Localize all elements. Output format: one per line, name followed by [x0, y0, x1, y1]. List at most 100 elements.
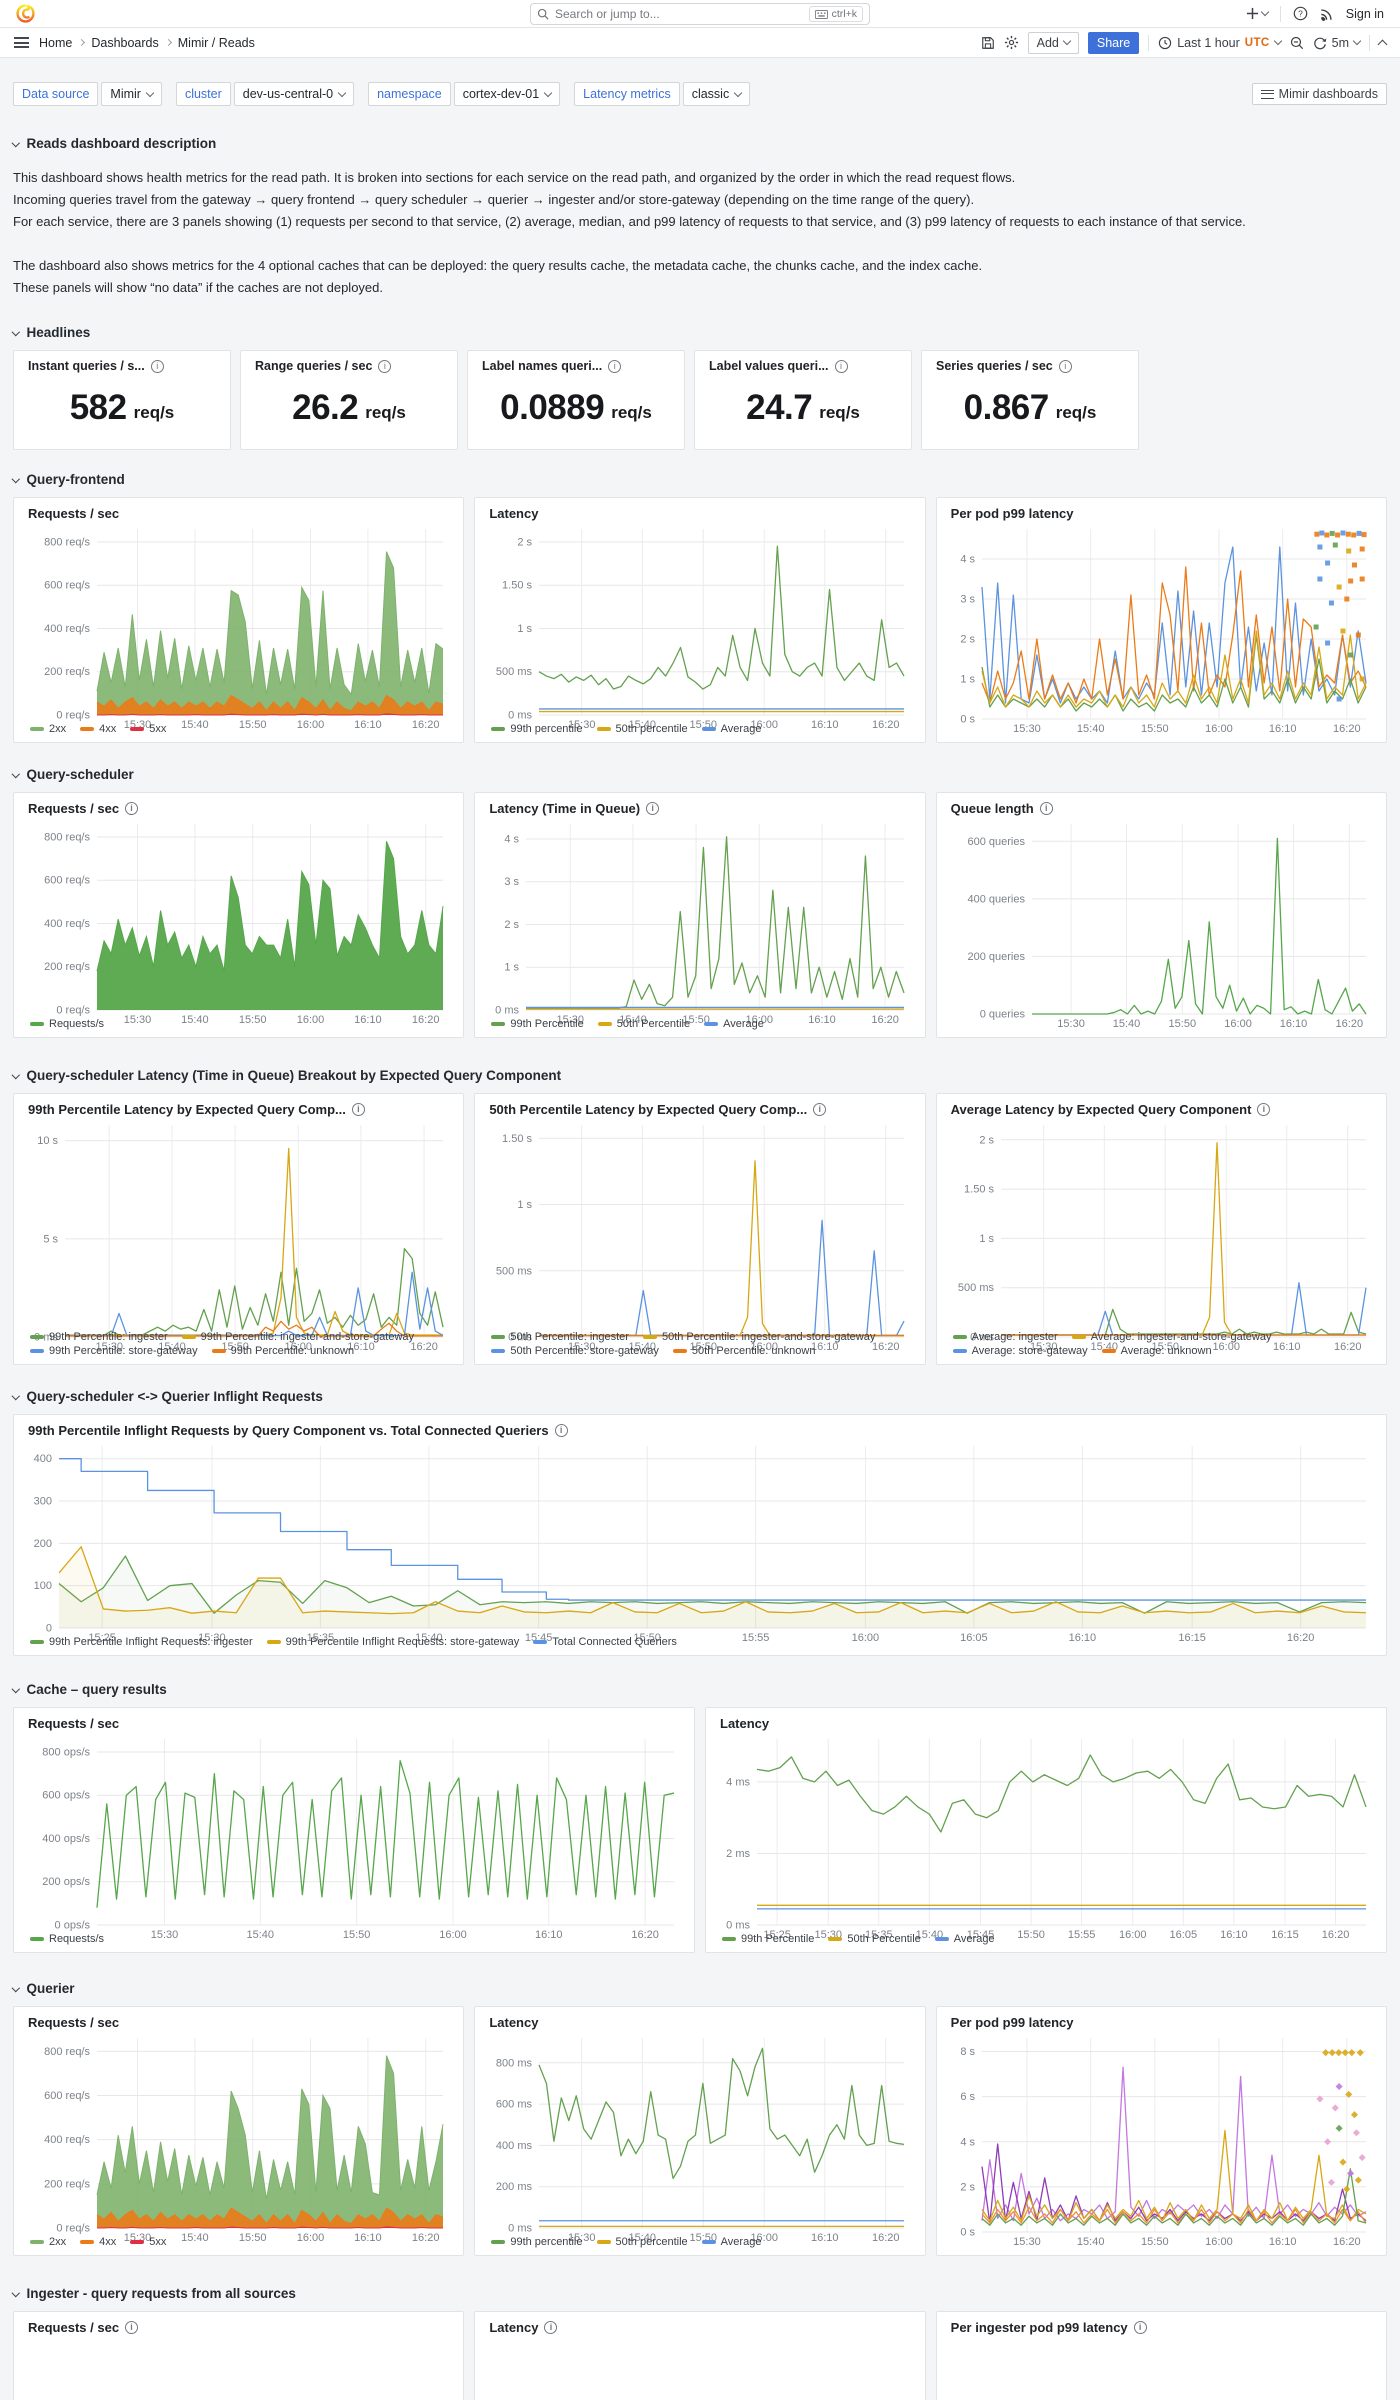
- dashboard-settings-button[interactable]: [1004, 35, 1019, 50]
- legend-item[interactable]: 50th Percentile: unknown: [672, 1345, 815, 1357]
- info-icon[interactable]: i: [646, 802, 660, 815]
- info-icon[interactable]: i: [554, 1424, 568, 1437]
- time-series-chart[interactable]: 15:25 15:30 15:35 15:40 15:45 15:50 15:55 16:00…: [24, 1440, 1376, 1644]
- mimir-dashboards-button[interactable]: Mimir dashboards: [1251, 83, 1387, 105]
- time-series-chart[interactable]: 15:30 15:40 15:50 16:00 16:10 16:20 0 queries 2…: [947, 818, 1376, 1031]
- panel-title[interactable]: Requests / sec: [24, 2013, 453, 2032]
- panel-title[interactable]: Latency (Time in Queue) i: [485, 799, 914, 818]
- legend-item[interactable]: 99th Percentile: [722, 1933, 814, 1945]
- share-button[interactable]: Share: [1087, 31, 1140, 54]
- news-button[interactable]: [1320, 7, 1334, 21]
- time-series-chart[interactable]: 15:30 15:40 15:50 16:00 16:10 16:20 0 s 1 s 2 s 3…: [947, 523, 1376, 736]
- time-series-chart[interactable]: 15:30 15:40 15:50 16:00 16:10 16:20 0 ms 5 s 10 …: [24, 1119, 453, 1353]
- section-breakout[interactable]: Query-scheduler Latency (Time in Queue) …: [11, 1068, 1387, 1083]
- panel-title[interactable]: 50th Percentile Latency by Expected Quer…: [485, 1100, 914, 1119]
- panel-title[interactable]: 99th Percentile Inflight Requests by Que…: [24, 1421, 1376, 1440]
- panel-title[interactable]: Latency: [485, 2013, 914, 2032]
- variable-value-dropdown[interactable]: cortex-dev-01: [453, 82, 561, 106]
- add-new-button[interactable]: [1246, 7, 1270, 20]
- info-icon[interactable]: i: [1039, 802, 1053, 815]
- panel-title[interactable]: Per ingester pod p99 latency i: [947, 2318, 1376, 2337]
- panel-title[interactable]: Requests / sec: [24, 504, 453, 523]
- legend-item[interactable]: 50th Percentile: ingester: [491, 1331, 629, 1343]
- section-inflight[interactable]: Query-scheduler <-> Querier Inflight Req…: [11, 1389, 1387, 1404]
- time-series-chart[interactable]: 15:30 15:40 15:50 16:00 16:10 16:20 0 req/s 200…: [24, 523, 453, 731]
- legend-item[interactable]: 99th Percentile: [491, 1018, 584, 1030]
- section-headlines[interactable]: Headlines: [11, 325, 1387, 340]
- help-button[interactable]: ?: [1293, 6, 1308, 21]
- info-icon[interactable]: i: [1058, 359, 1072, 373]
- legend-item[interactable]: 4xx: [80, 2236, 116, 2248]
- add-panel-button[interactable]: Add: [1027, 31, 1079, 54]
- info-icon[interactable]: i: [351, 1103, 365, 1116]
- legend-item[interactable]: Requests/s: [30, 1933, 104, 1945]
- panel-title[interactable]: Requests / sec: [24, 1714, 684, 1733]
- panel-title[interactable]: Per pod p99 latency: [947, 504, 1376, 523]
- legend-item[interactable]: Average: unknown: [1101, 1345, 1212, 1357]
- info-icon[interactable]: i: [125, 802, 139, 815]
- zoom-out-button[interactable]: [1290, 36, 1304, 50]
- panel-title[interactable]: Latency: [716, 1714, 1376, 1733]
- search-input[interactable]: Search or jump to... ctrl+k: [530, 3, 870, 25]
- breadcrumb-dashboards[interactable]: Dashboards: [91, 36, 158, 50]
- legend-item[interactable]: Average: ingester: [952, 1331, 1058, 1343]
- panel-title[interactable]: Requests / sec i: [24, 799, 453, 818]
- info-icon[interactable]: i: [813, 1103, 827, 1116]
- time-series-chart[interactable]: 15:30 15:40 15:50 16:00 16:10 16:20 0 s 2 s 4 s 6…: [947, 2032, 1376, 2249]
- legend-item[interactable]: Average: [704, 1018, 764, 1030]
- time-series-chart[interactable]: 15:30 15:40 15:50 16:00 16:10 16:20 0 ms 1 s2 s…: [485, 818, 914, 1026]
- legend-item[interactable]: Average: [701, 723, 761, 735]
- section-ingester[interactable]: Ingester - query requests from all sourc…: [11, 2286, 1387, 2301]
- legend-item[interactable]: 4xx: [80, 723, 116, 735]
- breadcrumb-home[interactable]: Home: [39, 36, 72, 50]
- legend-item[interactable]: Total Connected Queriers: [533, 1636, 677, 1648]
- panel-title[interactable]: 99th Percentile Latency by Expected Quer…: [24, 1100, 453, 1119]
- info-icon[interactable]: i: [544, 2321, 558, 2334]
- time-series-chart[interactable]: 15:30 15:40 15:50 16:00 16:10 16:20 0 ops/s 200…: [24, 1733, 684, 1941]
- info-icon[interactable]: i: [608, 359, 622, 373]
- info-icon[interactable]: i: [125, 2321, 139, 2334]
- legend-item[interactable]: 50th Percentile: [597, 1018, 690, 1030]
- section-cache[interactable]: Cache – query results: [11, 1682, 1387, 1697]
- legend-item[interactable]: 99th Percentile: unknown: [211, 1345, 354, 1357]
- legend-item[interactable]: Average: [934, 1933, 995, 1945]
- info-icon[interactable]: i: [1257, 1103, 1271, 1116]
- time-range-picker[interactable]: Last 1 hour UTC: [1158, 36, 1282, 50]
- save-dashboard-button[interactable]: [981, 36, 995, 50]
- section-description[interactable]: Reads dashboard description: [11, 136, 1387, 151]
- panel-title[interactable]: Queue length i: [947, 799, 1376, 818]
- variable-value-dropdown[interactable]: classic: [682, 82, 751, 106]
- panel-title[interactable]: Requests / sec i: [24, 2318, 453, 2337]
- panel-title[interactable]: Per pod p99 latency: [947, 2013, 1376, 2032]
- legend-item[interactable]: 5xx: [130, 2236, 166, 2248]
- legend-item[interactable]: 50th percentile: [596, 723, 688, 735]
- time-series-chart[interactable]: 15:25 15:30 15:35 15:40 15:45 15:50 15:55 16:00…: [716, 1733, 1376, 1941]
- legend-item[interactable]: 99th percentile: [491, 2236, 583, 2248]
- legend-item[interactable]: 2xx: [30, 723, 66, 735]
- section-query-frontend[interactable]: Query-frontend: [11, 472, 1387, 487]
- legend-item[interactable]: 99th Percentile: store-gateway: [30, 1345, 198, 1357]
- legend-item[interactable]: 99th Percentile: ingester: [30, 1331, 168, 1343]
- section-querier[interactable]: Querier: [11, 1981, 1387, 1996]
- section-query-scheduler[interactable]: Query-scheduler: [11, 767, 1387, 782]
- legend-item[interactable]: Average: ingester-and-store-gateway: [1071, 1331, 1271, 1343]
- time-series-chart[interactable]: 15:30 15:40 15:50 16:00 16:10 16:20 0 ms 500 ms…: [947, 1119, 1376, 1353]
- panel-title[interactable]: Latency i: [485, 2318, 914, 2337]
- info-icon[interactable]: i: [378, 359, 392, 373]
- menu-icon[interactable]: [14, 37, 29, 48]
- legend-item[interactable]: 50th percentile: [596, 2236, 688, 2248]
- info-icon[interactable]: i: [1133, 2321, 1147, 2334]
- panel-title[interactable]: Average Latency by Expected Query Compon…: [947, 1100, 1376, 1119]
- legend-item[interactable]: 2xx: [30, 2236, 66, 2248]
- legend-item[interactable]: 99th Percentile: ingester-and-store-gate…: [181, 1331, 414, 1343]
- legend-item[interactable]: 5xx: [130, 723, 166, 735]
- legend-item[interactable]: Average: [701, 2236, 761, 2248]
- legend-item[interactable]: 50th Percentile: store-gateway: [491, 1345, 659, 1357]
- panel-title[interactable]: Latency: [485, 504, 914, 523]
- info-icon[interactable]: i: [150, 359, 164, 373]
- variable-value-dropdown[interactable]: dev-us-central-0: [233, 82, 355, 106]
- sign-in-button[interactable]: Sign in: [1346, 7, 1384, 21]
- legend-item[interactable]: 99th Percentile Inflight Requests: inges…: [30, 1636, 253, 1648]
- legend-item[interactable]: 99th percentile: [491, 723, 583, 735]
- legend-item[interactable]: 50th Percentile: ingester-and-store-gate…: [642, 1331, 875, 1343]
